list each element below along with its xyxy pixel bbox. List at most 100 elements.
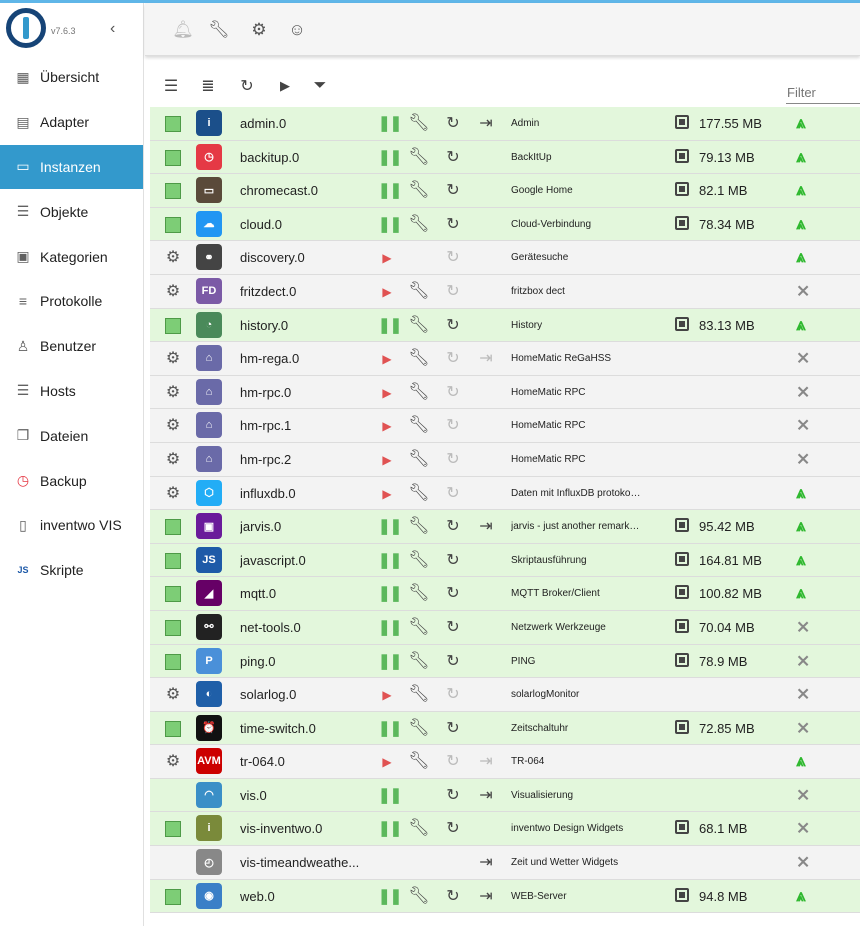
restart-icon[interactable]: ↻ — [443, 516, 463, 536]
instance-disabled-gear-icon[interactable]: ⚙ — [164, 752, 182, 770]
settings-wrench-icon[interactable]: 🔧︎ — [408, 886, 430, 906]
restart-icon[interactable]: ↻ — [443, 113, 463, 133]
wrench-icon[interactable]: 🔧︎ — [208, 19, 230, 41]
settings-wrench-icon[interactable]: 🔧︎ — [408, 684, 430, 704]
restart-icon[interactable]: ↻ — [443, 483, 463, 503]
start-icon[interactable]: ▶ — [378, 419, 396, 433]
instance-enabled-checkbox[interactable] — [165, 720, 181, 737]
pause-icon[interactable]: ❚❚ — [378, 148, 402, 166]
start-icon[interactable]: ▶ — [378, 285, 396, 299]
settings-wrench-icon[interactable]: 🔧︎ — [408, 415, 430, 435]
start-icon[interactable]: ▶ — [378, 688, 396, 702]
pause-icon[interactable]: ❚❚ — [378, 517, 402, 535]
sidebar-item-objekte[interactable]: ☰ Objekte — [0, 189, 143, 234]
open-web-icon[interactable]: ⇥ — [476, 751, 496, 771]
restart-icon[interactable]: ↻ — [443, 886, 463, 906]
pause-icon[interactable]: ❚❚ — [378, 719, 402, 737]
instance-enabled-checkbox[interactable] — [165, 149, 181, 166]
restart-icon[interactable]: ↻ — [443, 382, 463, 402]
pause-icon[interactable]: ❚❚ — [378, 887, 402, 905]
sidebar-item-hosts[interactable]: ☰ Hosts — [0, 369, 143, 414]
sidebar-item-skripte[interactable]: JS Skripte — [0, 548, 143, 593]
pause-icon[interactable]: ❚❚ — [378, 215, 402, 233]
start-icon[interactable]: ▶ — [378, 352, 396, 366]
sidebar-item-dateien[interactable]: ❐ Dateien — [0, 413, 143, 458]
restart-icon[interactable]: ↻ — [443, 281, 463, 301]
settings-wrench-icon[interactable]: 🔧︎ — [408, 315, 430, 335]
sidebar-item-instanzen[interactable]: ▭ Instanzen — [0, 144, 143, 190]
start-icon[interactable]: ▶ — [378, 453, 396, 467]
settings-wrench-icon[interactable]: 🔧︎ — [408, 718, 430, 738]
instance-enabled-checkbox[interactable] — [165, 183, 181, 200]
sidebar-item-benutzer[interactable]: ♙ Benutzer — [0, 324, 143, 369]
open-web-icon[interactable]: ⇥ — [476, 348, 496, 368]
pause-icon[interactable]: ❚❚ — [378, 786, 402, 804]
collapse-chevron-icon[interactable]: ‹ — [110, 20, 115, 38]
start-icon[interactable]: ▶ — [378, 251, 396, 265]
sidebar-item--bersicht[interactable]: ▦ Übersicht — [0, 55, 143, 100]
start-icon[interactable]: ▶ — [378, 755, 396, 769]
instance-enabled-checkbox[interactable] — [165, 653, 181, 670]
open-web-icon[interactable]: ⇥ — [476, 516, 496, 536]
settings-wrench-icon[interactable]: 🔧︎ — [408, 281, 430, 301]
instance-enabled-checkbox[interactable] — [165, 216, 181, 233]
settings-wrench-icon[interactable]: 🔧︎ — [408, 818, 430, 838]
instance-disabled-gear-icon[interactable]: ⚙ — [164, 248, 182, 266]
sidebar-item-backup[interactable]: ◷ Backup — [0, 458, 143, 503]
gear-icon[interactable]: ⚙ — [248, 19, 270, 41]
instance-enabled-checkbox[interactable] — [165, 586, 181, 603]
restart-icon[interactable]: ↻ — [443, 415, 463, 435]
filter-input[interactable] — [786, 82, 860, 104]
pause-icon[interactable]: ❚❚ — [378, 316, 402, 334]
restart-icon[interactable]: ↻ — [443, 818, 463, 838]
sidebar-item-adapter[interactable]: ▤ Adapter — [0, 100, 143, 145]
instance-disabled-gear-icon[interactable]: ⚙ — [164, 484, 182, 502]
settings-wrench-icon[interactable]: 🔧︎ — [408, 651, 430, 671]
settings-wrench-icon[interactable]: 🔧︎ — [408, 550, 430, 570]
restart-icon[interactable]: ↻ — [443, 583, 463, 603]
pause-icon[interactable]: ❚❚ — [378, 551, 402, 569]
settings-wrench-icon[interactable]: 🔧︎ — [408, 382, 430, 402]
instance-disabled-gear-icon[interactable]: ⚙ — [164, 349, 182, 367]
pause-icon[interactable]: ❚❚ — [378, 652, 402, 670]
start-icon[interactable]: ▶ — [378, 487, 396, 501]
filter-icon[interactable]: ⏷ — [308, 74, 332, 98]
instance-enabled-checkbox[interactable] — [165, 116, 181, 132]
instance-enabled-checkbox[interactable] — [165, 888, 181, 905]
open-web-icon[interactable]: ⇥ — [476, 113, 496, 133]
instance-enabled-checkbox[interactable] — [165, 519, 181, 536]
restart-icon[interactable]: ↻ — [443, 147, 463, 167]
expert-mode-icon[interactable]: ☺ — [286, 19, 308, 41]
instance-disabled-gear-icon[interactable]: ⚙ — [164, 416, 182, 434]
restart-icon[interactable]: ↻ — [443, 449, 463, 469]
instance-enabled-checkbox[interactable] — [165, 619, 181, 636]
settings-wrench-icon[interactable]: 🔧︎ — [408, 147, 430, 167]
open-web-icon[interactable]: ⇥ — [476, 886, 496, 906]
instance-disabled-gear-icon[interactable]: ⚙ — [164, 282, 182, 300]
settings-wrench-icon[interactable]: 🔧︎ — [408, 348, 430, 368]
settings-wrench-icon[interactable]: 🔧︎ — [408, 617, 430, 637]
compact-list-icon[interactable]: ≣ — [196, 74, 220, 98]
instance-disabled-gear-icon[interactable]: ⚙ — [164, 685, 182, 703]
settings-wrench-icon[interactable]: 🔧︎ — [408, 483, 430, 503]
settings-wrench-icon[interactable]: 🔧︎ — [408, 449, 430, 469]
start-icon[interactable]: ▶ — [378, 386, 396, 400]
expand-list-icon[interactable]: ☰ — [159, 74, 183, 98]
pause-icon[interactable]: ❚❚ — [378, 181, 402, 199]
settings-wrench-icon[interactable]: 🔧︎ — [408, 214, 430, 234]
settings-wrench-icon[interactable]: 🔧︎ — [408, 516, 430, 536]
restart-icon[interactable]: ↻ — [443, 684, 463, 704]
play-icon[interactable]: ▶ — [273, 74, 297, 98]
instance-disabled-gear-icon[interactable]: ⚙ — [164, 383, 182, 401]
restart-icon[interactable]: ↻ — [443, 785, 463, 805]
settings-wrench-icon[interactable]: 🔧︎ — [408, 583, 430, 603]
restart-icon[interactable]: ↻ — [443, 718, 463, 738]
bell-icon[interactable]: 🔔︎ — [172, 19, 194, 41]
instance-enabled-checkbox[interactable] — [165, 552, 181, 569]
settings-wrench-icon[interactable]: 🔧︎ — [408, 751, 430, 771]
instance-enabled-checkbox[interactable] — [165, 317, 181, 334]
restart-icon[interactable]: ↻ — [443, 315, 463, 335]
settings-wrench-icon[interactable]: 🔧︎ — [408, 113, 430, 133]
settings-wrench-icon[interactable]: 🔧︎ — [408, 180, 430, 200]
pause-icon[interactable]: ❚❚ — [378, 114, 402, 132]
